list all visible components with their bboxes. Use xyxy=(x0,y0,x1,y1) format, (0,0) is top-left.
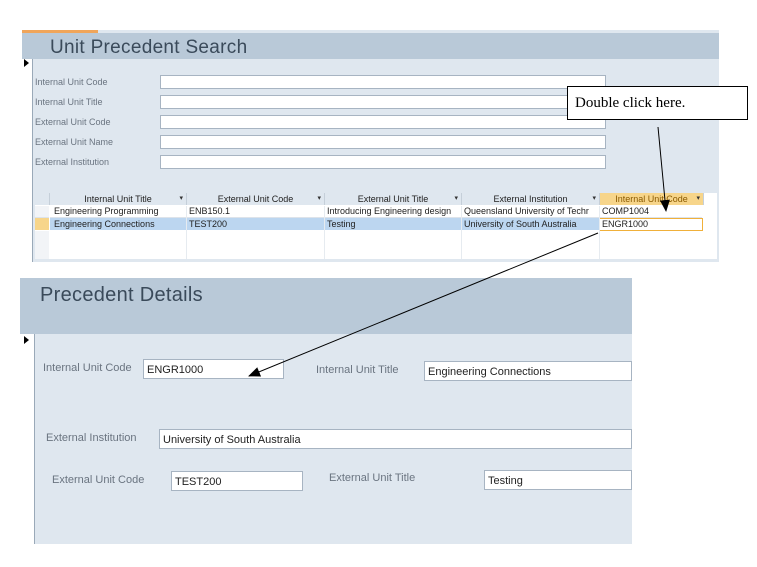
arrow-to-detail-field xyxy=(248,232,599,377)
arrow-to-cell xyxy=(657,126,670,212)
callout-note: Double click here. xyxy=(567,86,748,120)
